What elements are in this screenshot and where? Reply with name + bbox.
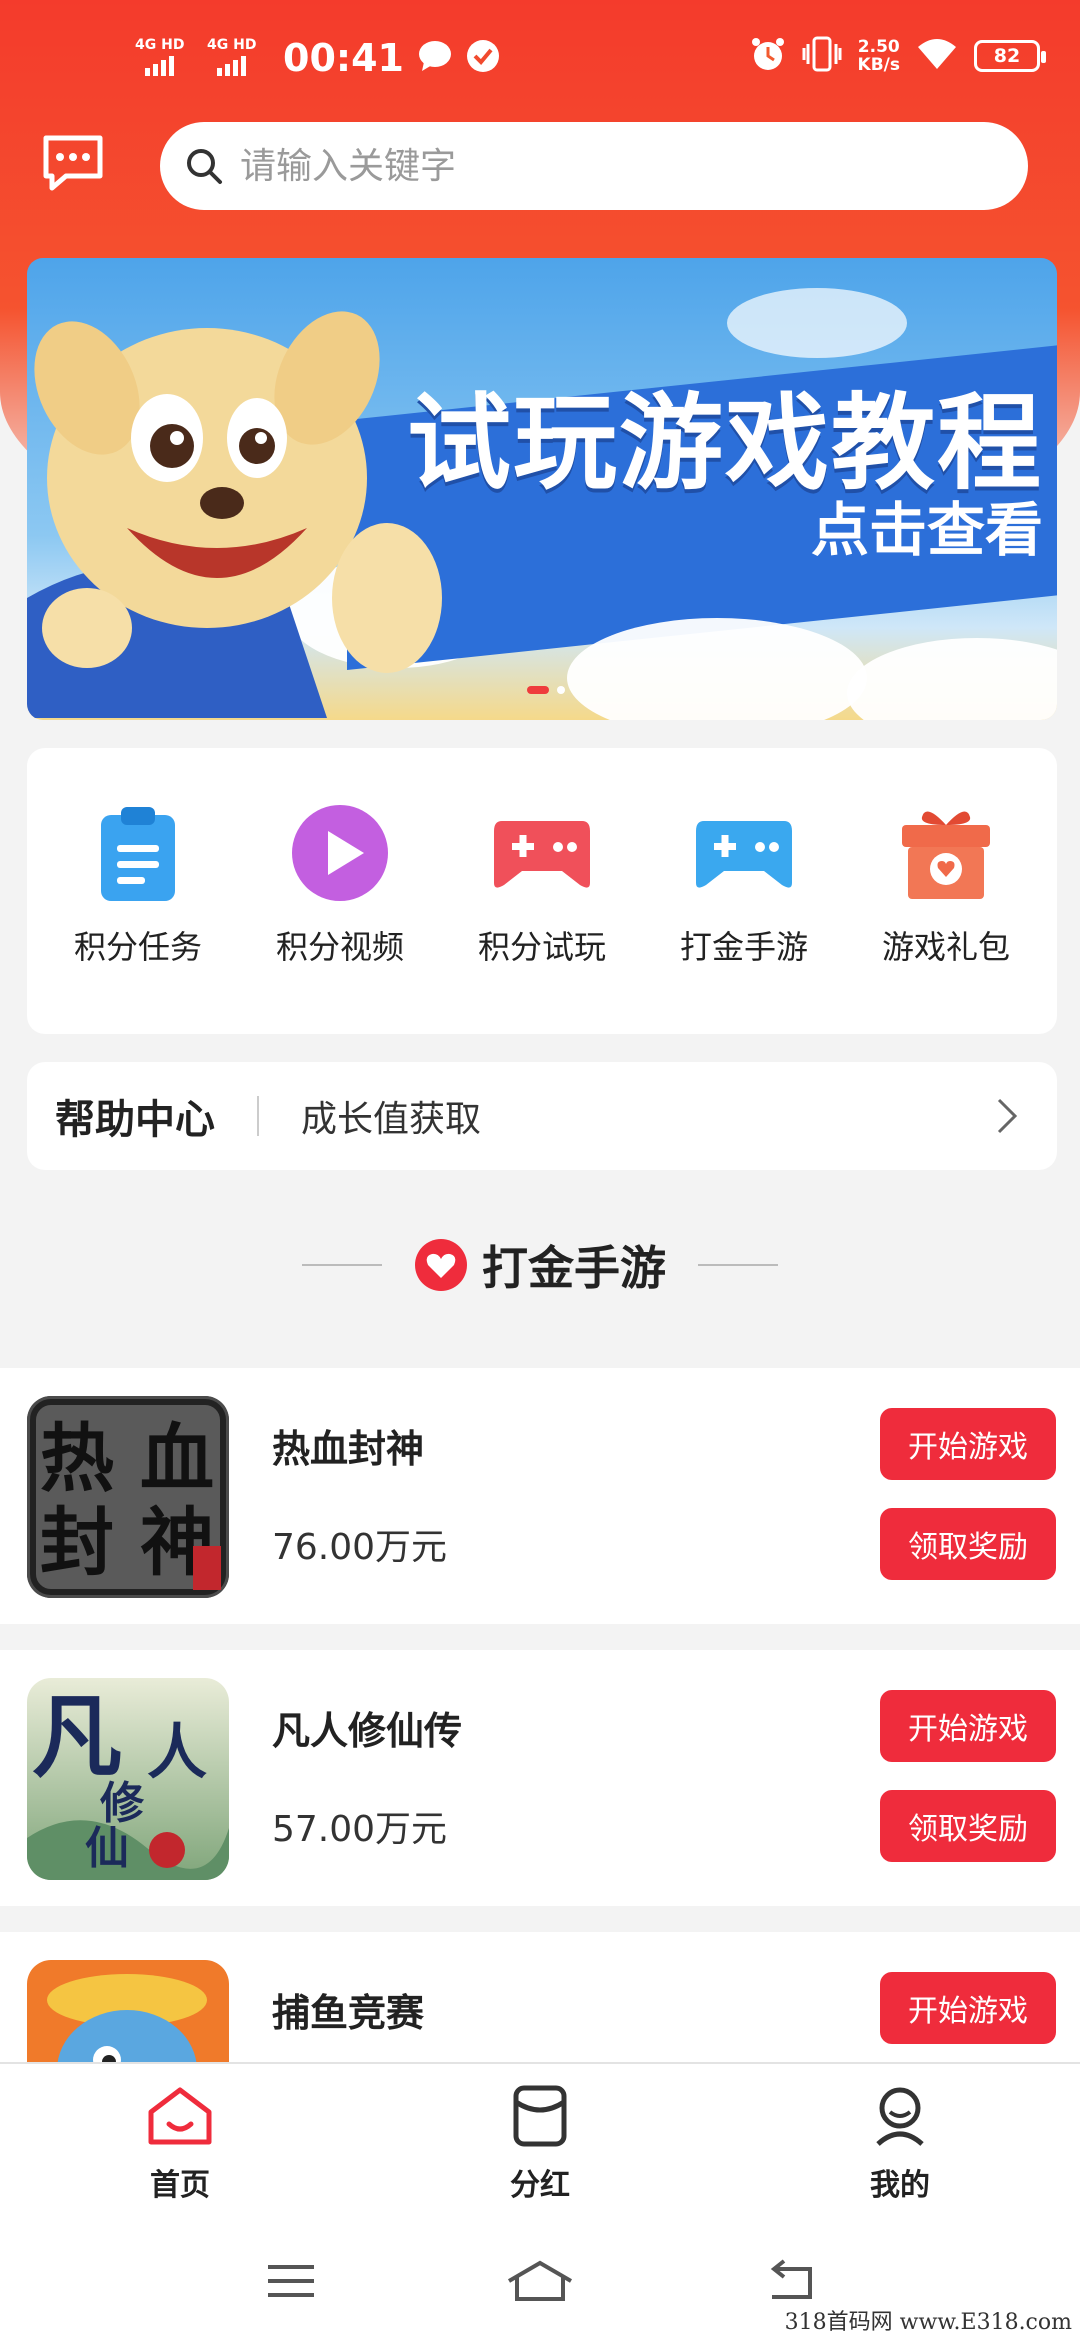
thumb-char: 人 <box>147 1718 207 1788</box>
category-game-gift[interactable]: 游戏礼包 <box>851 798 1041 1034</box>
status-bar: 4G HD 4G HD 00:41 2.50 KB/s 82 <box>0 0 1080 120</box>
claim-reward-button[interactable]: 领取奖励 <box>880 1790 1056 1862</box>
signal-label: 4G HD <box>207 37 257 53</box>
user-icon <box>876 2087 924 2146</box>
signal-icon: 4G HD <box>207 38 265 78</box>
divider <box>302 1264 382 1266</box>
category-label: 积分试玩 <box>477 928 606 966</box>
start-game-button[interactable]: 开始游戏 <box>880 1690 1056 1762</box>
start-game-button[interactable]: 开始游戏 <box>880 1408 1056 1480</box>
watermark: 318首码网 www.E318.com <box>784 2310 1072 2335</box>
chat-bubble-icon <box>418 40 452 76</box>
back-icon[interactable] <box>762 2259 816 2303</box>
tab-label: 首页 <box>150 2168 210 2203</box>
home-icon <box>148 2087 212 2145</box>
thumb-char: 修 <box>100 1778 145 1829</box>
game-name: 热血封神 <box>272 1427 425 1471</box>
section-header: 打金手游 <box>0 1230 1080 1300</box>
section-title: 打金手游 <box>482 1241 666 1295</box>
game-thumbnail <box>27 1960 229 2072</box>
check-circle-icon <box>466 39 500 77</box>
search-icon <box>187 149 222 184</box>
message-icon <box>43 135 103 191</box>
help-center-bar[interactable]: 帮助中心 成长值获取 <box>27 1062 1057 1170</box>
thumb-char: 热 <box>40 1416 114 1502</box>
game-amount: 76.00万元 <box>272 1527 448 1568</box>
tab-label: 分红 <box>510 2168 570 2203</box>
signal-icon: 4G HD <box>135 38 193 78</box>
category-points-task[interactable]: 积分任务 <box>43 798 233 1034</box>
bottom-tab-bar: 首页 分红 我的 <box>0 2062 1080 2222</box>
search-bar[interactable] <box>160 122 1028 210</box>
network-speed: 2.50 KB/s <box>858 38 900 74</box>
help-center-title: 帮助中心 <box>55 1097 215 1143</box>
play-icon <box>285 798 395 908</box>
game-thumbnail: 凡 人 修 仙 <box>27 1678 229 1880</box>
thumb-char: 凡 <box>32 1684 122 1790</box>
status-time: 00:41 <box>283 36 404 80</box>
alarm-icon <box>750 36 786 76</box>
mascot-illustration <box>27 311 442 718</box>
search-input[interactable] <box>240 145 940 187</box>
claim-reward-button[interactable]: 领取奖励 <box>880 1508 1056 1580</box>
category-gold-games[interactable]: 打金手游 <box>649 798 839 1034</box>
game-card[interactable]: 凡 人 修 仙 凡人修仙传 57.00万元 开始游戏 领取奖励 <box>0 1650 1080 1906</box>
category-label: 积分任务 <box>73 928 202 966</box>
divider <box>257 1096 259 1136</box>
game-card[interactable]: 热 血 封 神 热血封神 76.00万元 开始游戏 领取奖励 <box>0 1368 1080 1624</box>
divider <box>698 1264 778 1266</box>
speed-unit: KB/s <box>857 55 900 75</box>
signal-label: 4G HD <box>135 37 185 53</box>
message-button[interactable] <box>40 130 106 196</box>
heart-icon <box>415 1239 467 1291</box>
thumb-char: 封 <box>40 1500 114 1586</box>
category-label: 积分视频 <box>275 928 404 966</box>
game-name: 凡人修仙传 <box>272 1709 463 1753</box>
game-card[interactable]: 捕鱼竞赛 开始游戏 <box>0 1932 1080 2072</box>
game-name: 捕鱼竞赛 <box>272 1991 425 2035</box>
speed-value: 2.50 <box>857 37 900 57</box>
gamepad-icon <box>689 798 799 908</box>
category-label: 打金手游 <box>679 928 808 966</box>
wifi-icon <box>916 37 958 75</box>
start-game-button[interactable]: 开始游戏 <box>880 1972 1056 2044</box>
tab-label: 我的 <box>870 2168 930 2203</box>
category-label: 游戏礼包 <box>881 928 1010 966</box>
gift-icon <box>891 798 1001 908</box>
menu-icon[interactable] <box>264 2261 318 2301</box>
carousel-indicator <box>527 686 565 694</box>
vibrate-icon <box>802 36 842 76</box>
category-points-video[interactable]: 积分视频 <box>245 798 435 1034</box>
banner-subtitle: 点击查看 <box>810 496 1043 564</box>
game-thumbnail: 热 血 封 神 <box>27 1396 229 1598</box>
category-points-trial[interactable]: 积分试玩 <box>447 798 637 1034</box>
chevron-right-icon <box>997 1098 1018 1134</box>
promo-banner[interactable]: 试玩游戏教程 点击查看 <box>27 258 1057 720</box>
category-grid: 积分任务 积分视频 积分试玩 打金手游 游戏礼包 <box>27 748 1057 1034</box>
thumb-char: 仙 <box>85 1823 129 1874</box>
help-center-topic: 成长值获取 <box>301 1099 482 1140</box>
tab-mine[interactable]: 我的 <box>720 2064 1080 2222</box>
battery-level: 82 <box>993 45 1021 67</box>
tab-dividend[interactable]: 分红 <box>360 2064 720 2222</box>
thumb-char: 血 <box>140 1416 214 1502</box>
gamepad-icon <box>487 798 597 908</box>
home-nav-icon[interactable] <box>505 2259 575 2303</box>
game-amount: 57.00万元 <box>272 1809 448 1850</box>
tab-home[interactable]: 首页 <box>0 2064 360 2222</box>
battery-icon: 82 <box>974 40 1046 72</box>
clipboard-icon <box>83 798 193 908</box>
wallet-icon <box>513 2085 567 2147</box>
